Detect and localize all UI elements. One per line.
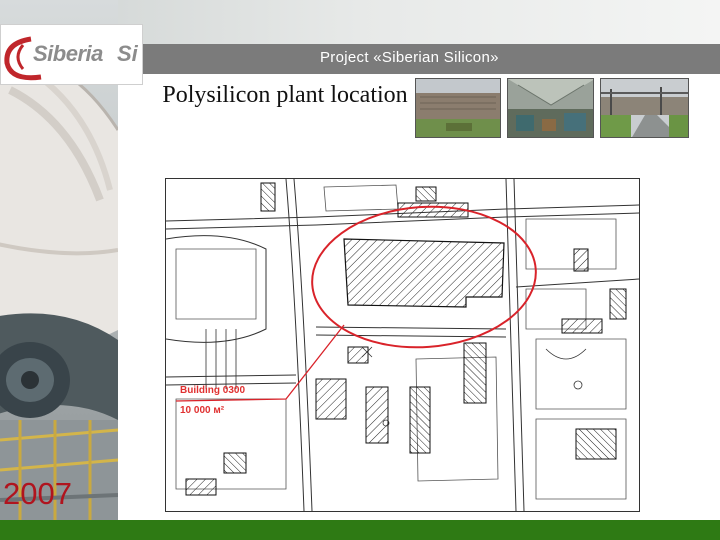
project-title: Project «Siberian Silicon» <box>320 49 499 66</box>
site-road-photo <box>600 78 689 138</box>
header-background <box>118 0 720 45</box>
area-annotation: 10 000 м² <box>180 405 225 416</box>
company-logo: Siberia Si <box>0 24 143 85</box>
building-annotation: Building 0300 <box>180 385 246 396</box>
plant-exterior-photo <box>415 78 501 138</box>
year-label: 2007 <box>3 476 72 511</box>
site-plan-map: Building 0300 10 000 м² <box>165 178 640 512</box>
workshop-interior-photo <box>507 78 594 138</box>
footer-bar <box>0 520 720 540</box>
page-title: Polysilicon plant location <box>162 82 408 108</box>
logo-suffix: Si <box>117 41 138 66</box>
logo-wordmark: Siberia <box>33 41 103 66</box>
